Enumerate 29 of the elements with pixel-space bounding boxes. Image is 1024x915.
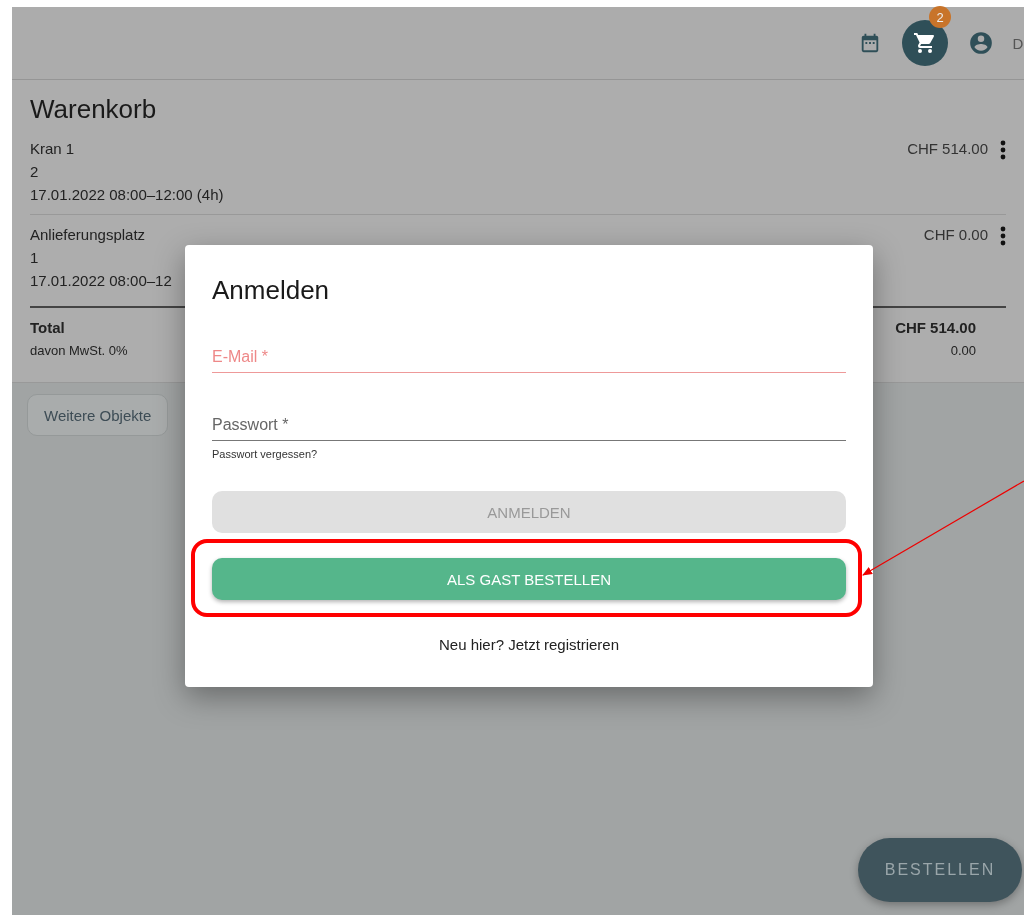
vat-amount: 0.00	[950, 342, 976, 360]
item-price: CHF 514.00	[907, 139, 988, 159]
cart-title: Warenkorb	[30, 94, 158, 125]
account-icon[interactable]	[968, 30, 994, 56]
more-options-icon[interactable]	[1000, 140, 1006, 160]
cart-count-badge: 2	[929, 6, 951, 28]
item-date: 17.01.2022 08:00–12:00 (4h)	[30, 185, 224, 205]
guest-order-button[interactable]: ALS GAST BESTELLEN	[212, 558, 846, 600]
item-name: Kran 1	[30, 139, 75, 159]
total-amount: CHF 514.00	[895, 318, 976, 338]
item-price: CHF 0.00	[923, 225, 988, 245]
item-date: 17.01.2022 08:00–12	[30, 271, 172, 291]
calendar-icon[interactable]	[859, 32, 881, 54]
item-quantity: 2	[30, 162, 39, 182]
forgot-password-link[interactable]: Passwort vergessen?	[212, 448, 318, 460]
email-field[interactable]: E-Mail *	[212, 342, 846, 373]
register-link[interactable]: Neu hier? Jetzt registrieren	[438, 636, 620, 653]
vat-label: davon MwSt. 0%	[30, 342, 128, 360]
order-button[interactable]: BESTELLEN	[858, 838, 1022, 902]
password-field[interactable]: Passwort *	[212, 410, 846, 441]
language-selector[interactable]: D	[1012, 34, 1024, 52]
item-name: Anlieferungsplatz	[30, 225, 146, 245]
total-label: Total	[30, 318, 66, 338]
dialog-title: Anmelden	[212, 275, 331, 306]
cart-button[interactable]	[902, 20, 948, 66]
cart-icon	[913, 31, 937, 55]
more-options-icon[interactable]	[1000, 226, 1006, 246]
item-quantity: 1	[30, 248, 39, 268]
more-objects-button[interactable]: Weitere Objekte	[27, 394, 169, 436]
